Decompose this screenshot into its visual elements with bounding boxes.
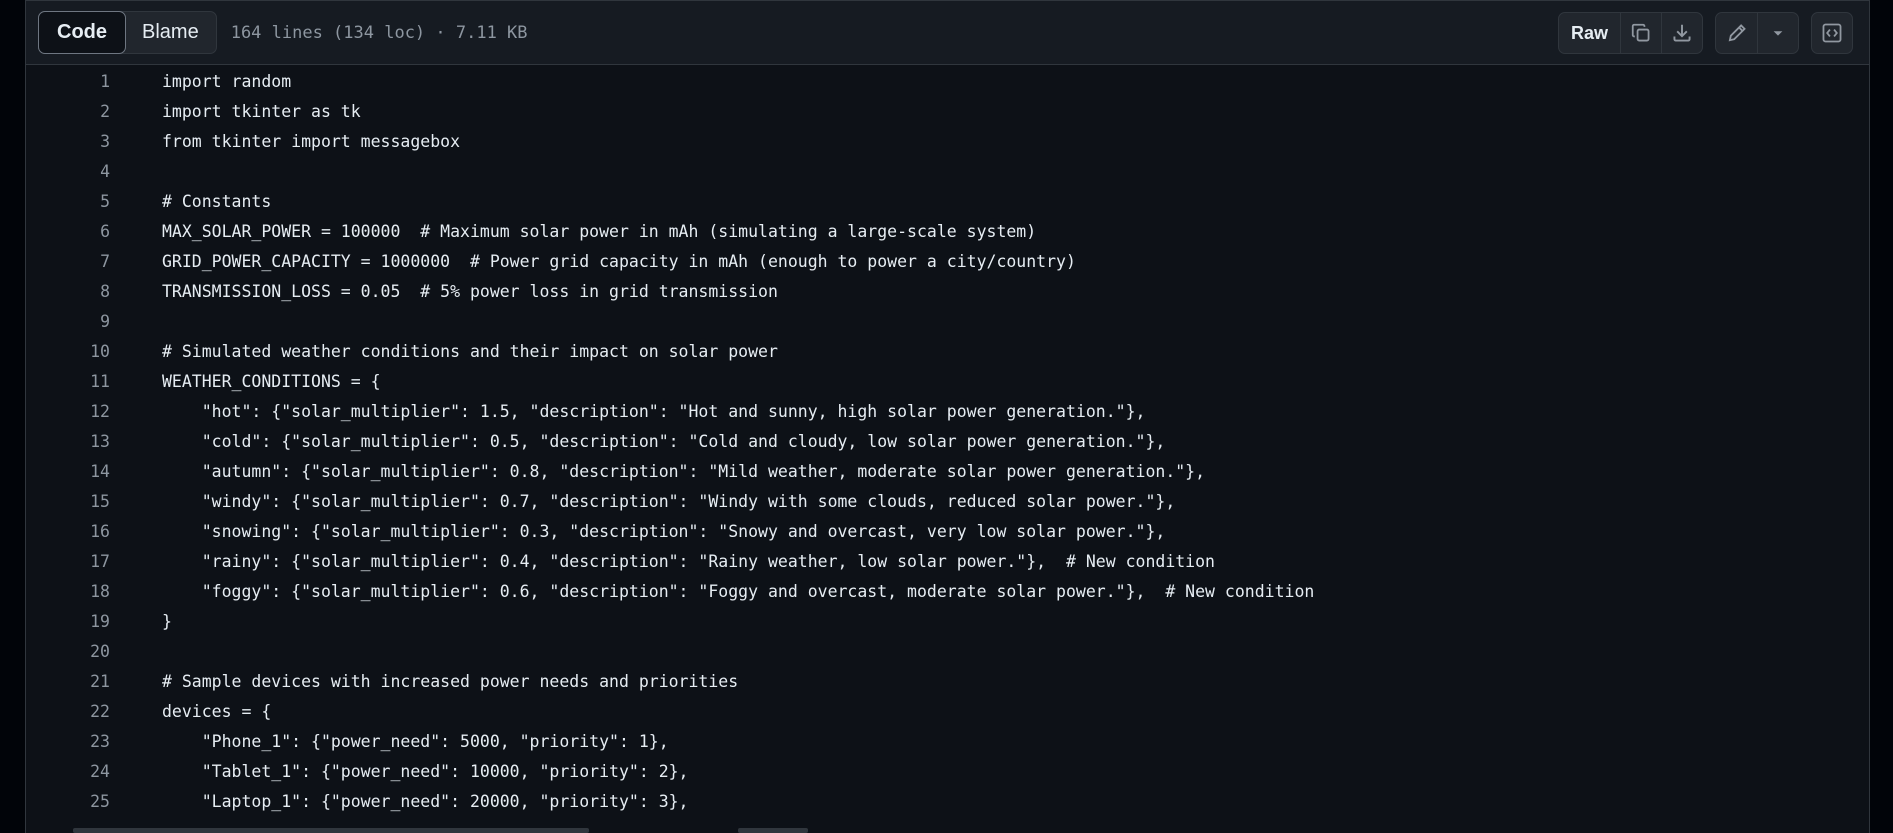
horizontal-scrollbar[interactable] [26,828,1869,833]
file-actions: Raw [1557,12,1853,54]
line-content: "autumn": {"solar_multiplier": 0.8, "des… [162,461,1206,481]
line-content: "cold": {"solar_multiplier": 0.5, "descr… [162,431,1166,451]
line-number[interactable]: 20 [26,642,110,661]
view-toggle: Code Blame [38,11,217,54]
symbols-panel-button[interactable] [1811,12,1853,54]
line-content: GRID_POWER_CAPACITY = 1000000 # Power gr… [162,251,1076,271]
copy-raw-button[interactable] [1620,13,1661,53]
code-line: 21 # Sample devices with increased power … [26,666,1869,696]
code-line: 18 "foggy": {"solar_multiplier": 0.6, "d… [26,576,1869,606]
line-content: # Simulated weather conditions and their… [162,341,778,361]
code-line: 22 devices = { [26,696,1869,726]
line-number[interactable]: 19 [26,612,110,631]
pencil-icon [1728,24,1746,42]
code-line: 13 "cold": {"solar_multiplier": 0.5, "de… [26,426,1869,456]
code-line: 24 "Tablet_1": {"power_need": 10000, "pr… [26,756,1869,786]
code-line: 4 [26,156,1869,186]
line-number[interactable]: 3 [26,132,110,151]
line-number[interactable]: 22 [26,702,110,721]
line-number[interactable]: 23 [26,732,110,751]
scrollbar-thumb[interactable] [73,828,589,833]
line-number[interactable]: 2 [26,102,110,121]
code-view[interactable]: 1 import random 2 import tkinter as tk 3 from… [26,66,1869,833]
code-line: 5 # Constants [26,186,1869,216]
code-line: 16 "snowing": {"solar_multiplier": 0.3, … [26,516,1869,546]
code-line: 14 "autumn": {"solar_multiplier": 0.8, "… [26,456,1869,486]
line-number[interactable]: 16 [26,522,110,541]
line-number[interactable]: 21 [26,672,110,691]
scrollbar-thumb-secondary[interactable] [738,828,808,833]
line-number[interactable]: 1 [26,72,110,91]
line-number[interactable]: 24 [26,762,110,781]
line-number[interactable]: 5 [26,192,110,211]
line-content: import random [162,71,292,91]
code-line: 19} [26,606,1869,636]
code-line: 2 import tkinter as tk [26,96,1869,126]
raw-button[interactable]: Raw [1559,13,1620,53]
code-line: 1 import random [26,66,1869,96]
line-number[interactable]: 17 [26,552,110,571]
code-line: 10 # Simulated weather conditions and the… [26,336,1869,366]
line-content: "snowing": {"solar_multiplier": 0.3, "de… [162,521,1166,541]
tab-blame[interactable]: Blame [125,12,216,53]
line-number[interactable]: 14 [26,462,110,481]
line-content: "windy": {"solar_multiplier": 0.7, "desc… [162,491,1176,511]
code-lines: 1 import random 2 import tkinter as tk 3 from… [26,66,1869,816]
code-line: 23 "Phone_1": {"power_need": 5000, "prio… [26,726,1869,756]
edit-button[interactable] [1716,13,1757,53]
line-content: "Phone_1": {"power_need": 5000, "priorit… [162,731,669,751]
edit-options-button[interactable] [1757,13,1798,53]
download-icon [1673,24,1691,42]
line-number[interactable]: 6 [26,222,110,241]
line-content: # Constants [162,191,272,211]
line-content: from tkinter import messagebox [162,131,461,151]
line-number[interactable]: 4 [26,162,110,181]
line-number[interactable]: 25 [26,792,110,811]
line-number[interactable]: 12 [26,402,110,421]
code-line: 20 [26,636,1869,666]
line-content: WEATHER_CONDITIONS = { [162,371,381,391]
code-line: 9 [26,306,1869,336]
line-content: "rainy": {"solar_multiplier": 0.4, "desc… [162,551,1215,571]
code-line: 15 "windy": {"solar_multiplier": 0.7, "d… [26,486,1869,516]
copy-icon [1631,23,1650,42]
line-number[interactable]: 18 [26,582,110,601]
line-content: devices = { [162,701,272,721]
code-square-icon [1822,23,1842,43]
tab-code[interactable]: Code [38,11,126,54]
line-content: "foggy": {"solar_multiplier": 0.6, "desc… [162,581,1315,601]
line-number[interactable]: 10 [26,342,110,361]
line-content: import tkinter as tk [162,101,361,121]
code-line: 17 "rainy": {"solar_multiplier": 0.4, "d… [26,546,1869,576]
code-line: 12 "hot": {"solar_multiplier": 1.5, "des… [26,396,1869,426]
line-content: TRANSMISSION_LOSS = 0.05 # 5% power loss… [162,281,778,301]
line-number[interactable]: 7 [26,252,110,271]
edit-group [1715,12,1799,54]
line-number[interactable]: 13 [26,432,110,451]
file-header: Code Blame 164 lines (134 loc) · 7.11 KB… [26,1,1869,65]
code-line: 7 GRID_POWER_CAPACITY = 1000000 # Power g… [26,246,1869,276]
raw-copy-download-group: Raw [1557,12,1703,54]
line-number[interactable]: 9 [26,312,110,331]
line-number[interactable]: 15 [26,492,110,511]
line-number[interactable]: 11 [26,372,110,391]
line-content: "Tablet_1": {"power_need": 10000, "prior… [162,761,689,781]
code-line: 8 TRANSMISSION_LOSS = 0.05 # 5% power los… [26,276,1869,306]
line-content: # Sample devices with increased power ne… [162,671,739,691]
line-content: "Laptop_1": {"power_need": 20000, "prior… [162,791,689,811]
code-line: 25 "Laptop_1": {"power_need": 20000, "pr… [26,786,1869,816]
line-content: MAX_SOLAR_POWER = 100000 # Maximum solar… [162,221,1037,241]
triangle-down-icon [1773,31,1783,36]
code-line: 6 MAX_SOLAR_POWER = 100000 # Maximum sola… [26,216,1869,246]
download-button[interactable] [1661,13,1702,53]
line-content: "hot": {"solar_multiplier": 1.5, "descri… [162,401,1146,421]
file-viewer: Code Blame 164 lines (134 loc) · 7.11 KB… [25,0,1870,833]
file-info: 164 lines (134 loc) · 7.11 KB [230,22,528,43]
line-content: } [162,611,172,631]
code-line: 11 WEATHER_CONDITIONS = { [26,366,1869,396]
code-line: 3 from tkinter import messagebox [26,126,1869,156]
line-number[interactable]: 8 [26,282,110,301]
